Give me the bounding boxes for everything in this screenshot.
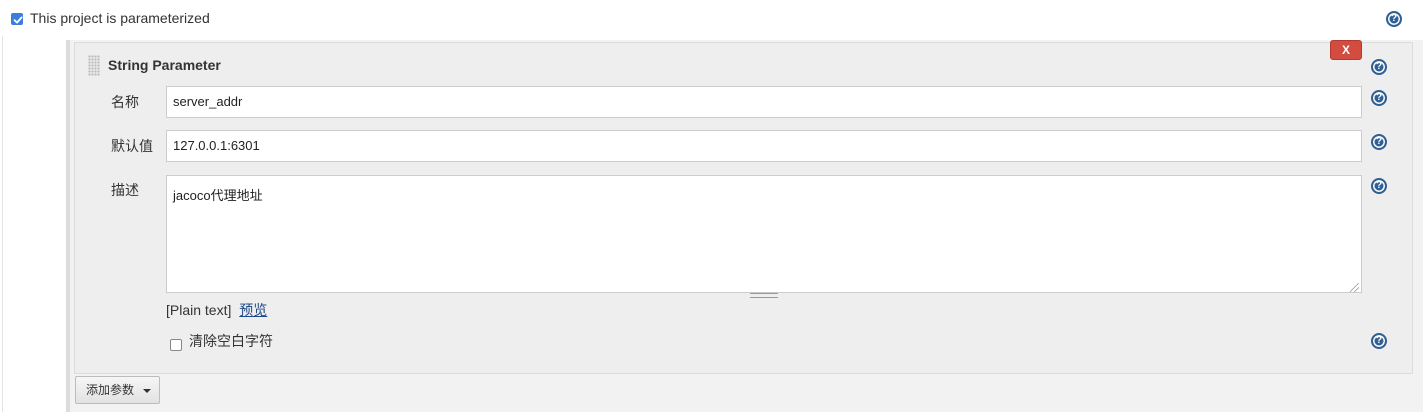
default-value-label: 默认值 bbox=[111, 138, 153, 154]
name-input[interactable]: server_addr bbox=[166, 86, 1362, 118]
help-icon[interactable]: ? bbox=[1371, 90, 1387, 106]
caret-down-icon bbox=[143, 389, 151, 393]
resize-grip-icon[interactable] bbox=[1350, 283, 1359, 292]
name-label: 名称 bbox=[111, 94, 139, 110]
parameterized-checkbox[interactable] bbox=[11, 13, 23, 25]
description-label: 描述 bbox=[111, 182, 139, 198]
default-value-input[interactable]: 127.0.0.1:6301 bbox=[166, 130, 1362, 162]
help-icon[interactable]: ? bbox=[1386, 11, 1402, 27]
checkmark-icon bbox=[13, 16, 23, 24]
trim-label[interactable]: 清除空白字符 bbox=[189, 331, 273, 351]
parameterized-row: This project is parameterized ? bbox=[0, 0, 1423, 412]
drag-handle-icon[interactable] bbox=[88, 55, 100, 76]
add-parameter-button[interactable]: 添加参数 bbox=[75, 376, 160, 404]
help-icon[interactable]: ? bbox=[1371, 59, 1387, 75]
help-icon[interactable]: ? bbox=[1371, 134, 1387, 150]
textarea-resize-handle[interactable] bbox=[750, 293, 778, 298]
trim-checkbox[interactable] bbox=[170, 339, 182, 351]
add-parameter-label: 添加参数 bbox=[86, 383, 135, 397]
description-textarea[interactable]: jacoco代理地址 bbox=[166, 175, 1362, 293]
markup-format-line: [Plain text] 预览 bbox=[166, 300, 267, 320]
parameterized-label[interactable]: This project is parameterized bbox=[30, 10, 210, 26]
help-icon[interactable]: ? bbox=[1371, 333, 1387, 349]
parameter-type-title: String Parameter bbox=[108, 57, 221, 73]
delete-parameter-button[interactable]: X bbox=[1330, 40, 1362, 60]
preview-link[interactable]: 预览 bbox=[239, 302, 267, 318]
row-divider bbox=[2, 36, 3, 412]
help-icon[interactable]: ? bbox=[1371, 178, 1387, 194]
markup-format-label: [Plain text] bbox=[166, 302, 232, 318]
